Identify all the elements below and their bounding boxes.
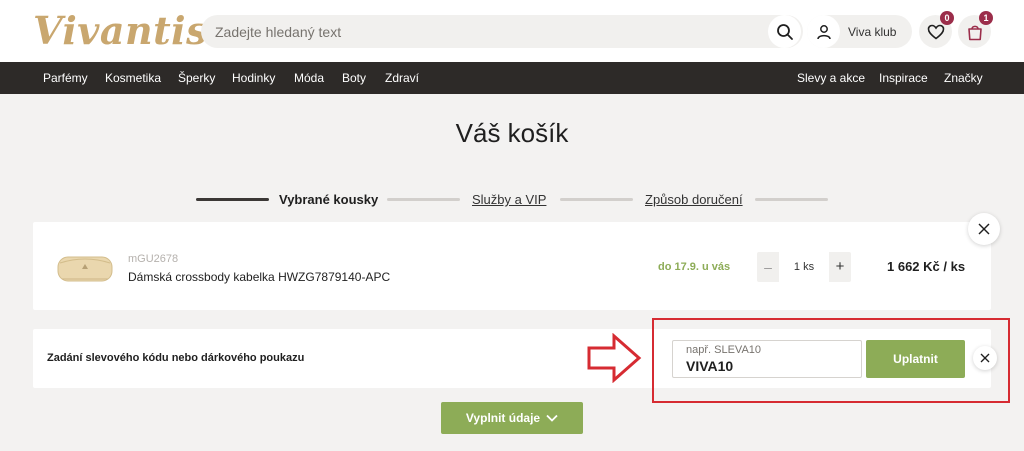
product-name[interactable]: Dámská crossbody kabelka HWZG7879140-APC <box>128 270 390 284</box>
product-code: mGU2678 <box>128 253 179 265</box>
search-button[interactable] <box>768 15 801 48</box>
site-header: Vivantis Zadejte hledaný text Viva klub … <box>0 0 1024 62</box>
heart-icon <box>927 24 944 40</box>
quantity-increase-button[interactable]: + <box>829 252 851 282</box>
search-icon <box>776 23 793 40</box>
step-progress-active <box>196 198 269 201</box>
quantity-stepper: – 1 ks + <box>757 252 851 282</box>
nav-item-znacky[interactable]: Značky <box>944 71 983 85</box>
main-navigation: Parfémy Kosmetika Šperky Hodinky Móda Bo… <box>0 62 1024 94</box>
chevron-down-icon <box>546 414 558 422</box>
page-title: Váš košík <box>455 118 569 148</box>
nav-item-kosmetika[interactable]: Kosmetika <box>105 71 161 85</box>
step-divider <box>560 198 633 201</box>
step-services-vip[interactable]: Služby a VIP <box>472 192 546 207</box>
nav-item-boty[interactable]: Boty <box>342 71 366 85</box>
viva-klub-button[interactable]: Viva klub <box>807 15 912 48</box>
nav-item-moda[interactable]: Móda <box>294 71 324 85</box>
vivantis-logo[interactable]: Vivantis <box>33 8 208 54</box>
nav-item-inspirace[interactable]: Inspirace <box>879 71 928 85</box>
fill-details-button[interactable]: Vyplnit údaje <box>441 402 583 434</box>
close-icon <box>978 223 990 235</box>
step-delivery-method[interactable]: Způsob doručení <box>645 192 743 207</box>
viva-klub-label: Viva klub <box>848 25 897 39</box>
nav-item-zdravi[interactable]: Zdraví <box>385 71 419 85</box>
arrow-right-icon <box>587 333 642 383</box>
cart-button[interactable]: 1 <box>958 11 993 48</box>
remove-item-button[interactable] <box>968 213 1000 245</box>
cart-count-badge: 1 <box>979 11 993 25</box>
step-divider <box>755 198 828 201</box>
wishlist-button[interactable]: 0 <box>919 11 954 48</box>
search-input[interactable]: Zadejte hledaný text <box>201 15 803 48</box>
nav-item-slevy-a-akce[interactable]: Slevy a akce <box>797 71 865 85</box>
nav-item-sperky[interactable]: Šperky <box>178 71 215 85</box>
wishlist-count-badge: 0 <box>940 11 954 25</box>
coupon-label: Zadání slevového kódu nebo dárkového pou… <box>47 352 305 364</box>
quantity-input[interactable]: 1 ks <box>779 252 829 282</box>
step-divider <box>387 198 460 201</box>
quantity-decrease-button[interactable]: – <box>757 252 779 282</box>
nav-item-hodinky[interactable]: Hodinky <box>232 71 275 85</box>
highlight-frame <box>652 318 1010 403</box>
step-selected-items: Vybrané kousky <box>279 192 379 207</box>
product-image[interactable] <box>52 249 118 285</box>
delivery-estimate: do 17.9. u vás <box>658 261 731 273</box>
shopping-bag-icon <box>967 25 982 40</box>
product-price: 1 662 Kč / ks <box>887 259 966 274</box>
user-icon <box>807 15 840 48</box>
search-placeholder: Zadejte hledaný text <box>215 24 342 40</box>
fill-details-label: Vyplnit údaje <box>465 411 541 425</box>
nav-item-parfemy[interactable]: Parfémy <box>43 71 88 85</box>
